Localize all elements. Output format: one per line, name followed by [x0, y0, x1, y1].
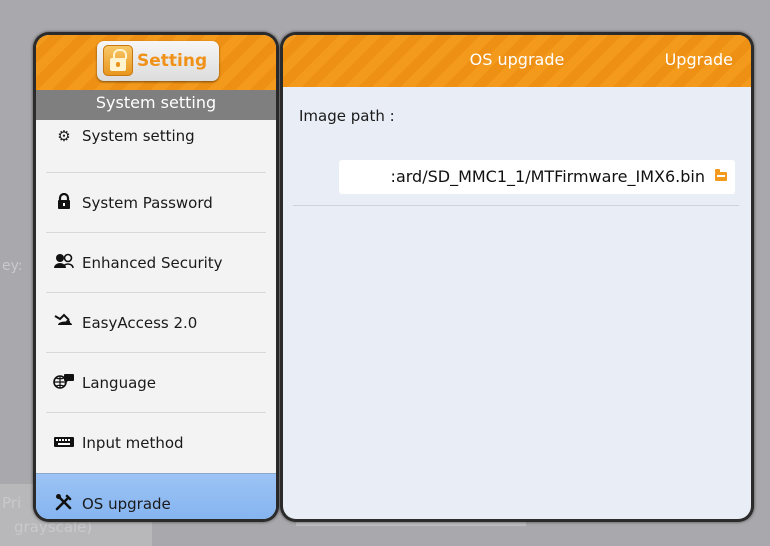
background-text-fragment: ey: [2, 258, 23, 274]
menu-item-label: OS upgrade [82, 495, 171, 513]
menu-item-label: Language [82, 374, 157, 392]
menu-item-enhanced-security[interactable]: Enhanced Security [36, 233, 276, 293]
folder-icon[interactable] [715, 169, 727, 181]
setting-button[interactable]: Setting [97, 41, 219, 81]
divider [293, 205, 739, 206]
menu-item-label: Input method [82, 434, 184, 452]
settings-sidebar-panel: Setting System setting ⚙ System setting … [33, 32, 279, 522]
menu-item-label: Enhanced Security [82, 254, 223, 272]
menu-item-label: System Password [82, 194, 213, 212]
keyboard-icon [52, 434, 76, 452]
menu-item-system-password[interactable]: System Password [36, 173, 276, 233]
menu-item-input-method[interactable]: Input method [36, 413, 276, 473]
os-upgrade-panel: OS upgrade Upgrade Image path : :ard/SD_… [280, 32, 754, 522]
users-icon [52, 253, 76, 273]
sidebar-header: Setting [36, 35, 276, 90]
settings-menu: ⚙ System setting System Password Enhance… [36, 120, 276, 519]
gear-icon: ⚙ [57, 126, 71, 145]
lock-icon [52, 192, 76, 213]
tools-icon [52, 493, 76, 515]
menu-item-language[interactable]: Language [36, 353, 276, 413]
image-path-label: Image path : [299, 107, 395, 125]
upgrade-button[interactable]: Upgrade [665, 50, 733, 69]
menu-item-label: EasyAccess 2.0 [82, 314, 198, 332]
image-path-value: :ard/SD_MMC1_1/MTFirmware_IMX6.bin [390, 167, 705, 186]
menu-item-easyaccess[interactable]: EasyAccess 2.0 [36, 293, 276, 353]
background-text-fragment: Pri [2, 494, 22, 512]
panel-header: OS upgrade Upgrade [283, 35, 751, 87]
menu-item-label: System setting [82, 126, 195, 145]
menu-item-system-setting[interactable]: ⚙ System setting [36, 98, 276, 173]
globe-icon [52, 373, 76, 393]
image-path-field[interactable]: :ard/SD_MMC1_1/MTFirmware_IMX6.bin [339, 160, 735, 194]
setting-button-label: Setting [137, 51, 208, 71]
network-icon [52, 313, 76, 333]
lock-icon [103, 45, 133, 76]
menu-item-os-upgrade[interactable]: OS upgrade [36, 473, 276, 519]
